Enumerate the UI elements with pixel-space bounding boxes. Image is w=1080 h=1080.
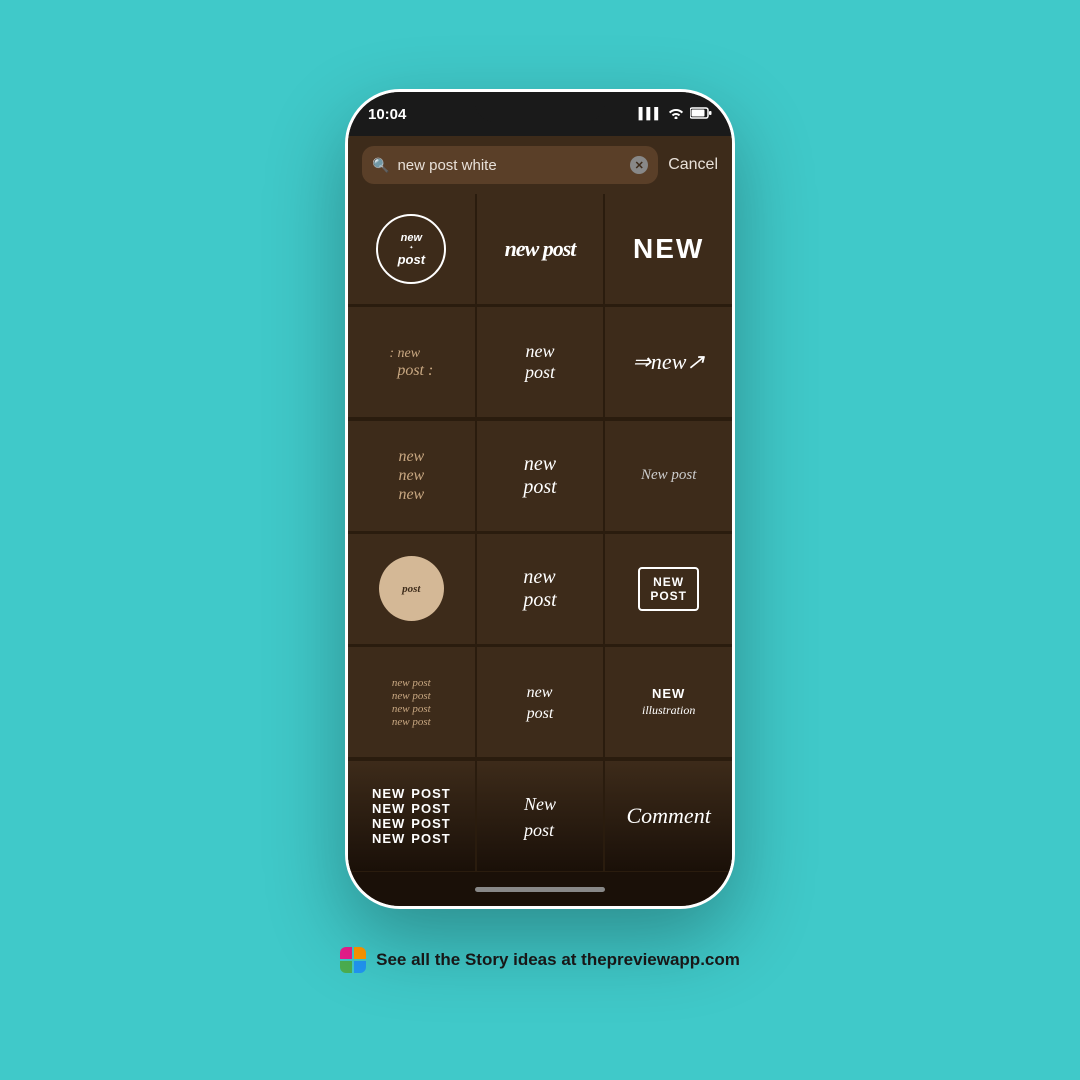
page-wrapper: 10:04 ▌▌▌ (0, 0, 1080, 1080)
status-icons: ▌▌▌ (639, 107, 712, 122)
clear-search-button[interactable]: ✕ (630, 156, 648, 174)
sticker-label: new (398, 486, 424, 504)
sticker-cell[interactable]: NEW (605, 194, 732, 304)
sticker-cell[interactable]: : new post : (348, 307, 475, 417)
search-bar[interactable]: 🔍 new post white ✕ (362, 146, 658, 184)
sticker-label: new (398, 448, 424, 466)
sticker-cell[interactable]: new post (477, 421, 604, 531)
sticker-cell[interactable]: Comment (605, 761, 732, 871)
sticker-cell[interactable]: new new new (348, 421, 475, 531)
sticker-cell[interactable]: NEW POST (605, 534, 732, 644)
sticker-new-arrow: ⇒new↗ (633, 349, 705, 375)
sticker-label: new post (392, 703, 431, 715)
app-logo (340, 947, 366, 973)
sticker-new-illustration: NEW illustration (642, 686, 695, 718)
status-time: 10:04 (368, 106, 406, 123)
phone-mockup: 10:04 ▌▌▌ (345, 89, 735, 909)
sticker-label: post (402, 583, 420, 595)
sticker-cell[interactable]: new post (477, 307, 604, 417)
sticker-label: NEW (372, 831, 405, 846)
sticker-cell[interactable]: New post (477, 761, 604, 871)
logo-quadrant-3 (340, 961, 352, 973)
sticker-label: new post (392, 677, 431, 689)
signal-icon: ▌▌▌ (639, 108, 662, 120)
home-bar (475, 887, 605, 892)
sticker-label: new post (392, 716, 431, 728)
logo-quadrant-2 (354, 947, 366, 959)
sticker-label: NEW (372, 801, 405, 816)
sticker-cell[interactable]: new post (477, 194, 604, 304)
sticker-box-outline: NEW POST (638, 567, 699, 611)
sticker-cell[interactable]: new post (477, 647, 604, 757)
sticker-label: new (398, 467, 424, 485)
sticker-label: new post (392, 690, 431, 702)
sticker-new-cursive2: New post (524, 790, 556, 842)
sticker-new-post-lowercase: new post (523, 566, 556, 612)
sticker-divider: ✦ (409, 245, 413, 251)
sticker-bold-stacked: NEW POST NEW POST NEW POST NEW POST (372, 786, 451, 846)
search-area: 🔍 new post white ✕ Cancel (348, 136, 732, 194)
search-icon: 🔍 (372, 157, 389, 174)
footer: See all the Story ideas at thepreviewapp… (0, 929, 1080, 991)
search-query-text: new post white (397, 157, 622, 174)
sticker-label: NEW (372, 816, 405, 831)
sticker-cell[interactable]: ⇒new↗ (605, 307, 732, 417)
sticker-cell[interactable]: new ✦ post (348, 194, 475, 304)
sticker-label: POST (411, 816, 450, 831)
sticker-label: illustration (642, 703, 695, 718)
sticker-triple-new: new new new (398, 448, 424, 504)
sticker-grid: new ✦ post new post NEW (348, 194, 732, 872)
sticker-new-bold: NEW (633, 233, 704, 265)
home-indicator (348, 872, 732, 906)
phone-screen: 10:04 ▌▌▌ (348, 92, 732, 906)
sticker-cell[interactable]: NEW illustration (605, 647, 732, 757)
sticker-circle-beige: post (379, 556, 444, 621)
sticker-cell[interactable]: new post new post new post new post (348, 647, 475, 757)
sticker-label: NEW (652, 686, 685, 701)
sticker-cell[interactable]: new post (477, 534, 604, 644)
sticker-label: new (401, 232, 422, 244)
sticker-new-post-colon: : new post : (389, 344, 433, 380)
sticker-grid-wrapper: new ✦ post new post NEW (348, 194, 732, 872)
sticker-cell[interactable]: New post (605, 421, 732, 531)
cancel-button[interactable]: Cancel (668, 156, 718, 174)
logo-quadrant-4 (354, 961, 366, 973)
sticker-cursive-small: new post (527, 681, 554, 723)
sticker-label: POST (411, 801, 450, 816)
sticker-cell[interactable]: NEW POST NEW POST NEW POST NEW POST (348, 761, 475, 871)
battery-icon (690, 107, 712, 122)
sticker-label: NEW (653, 575, 684, 589)
sticker-label: post (398, 252, 425, 267)
sticker-label: POST (411, 786, 450, 801)
sticker-cell[interactable]: post (348, 534, 475, 644)
sticker-new-post-white2: new post (525, 341, 555, 383)
sticker-new-post-handwritten: new post (523, 453, 556, 499)
wifi-icon (668, 107, 684, 122)
sticker-label: POST (650, 589, 687, 603)
sticker-label: NEW (372, 786, 405, 801)
sticker-new-post-script: new post (505, 236, 576, 262)
sticker-new-post-thin: New post (641, 467, 696, 484)
footer-text: See all the Story ideas at thepreviewapp… (376, 950, 740, 970)
sticker-circle-outline: new ✦ post (376, 214, 446, 284)
sticker-comment: Comment (626, 803, 710, 829)
logo-quadrant-1 (340, 947, 352, 959)
sticker-stacked-text: new post new post new post new post (392, 677, 431, 728)
screen-content: 🔍 new post white ✕ Cancel new ✦ (348, 136, 732, 906)
sticker-label: POST (411, 831, 450, 846)
phone-notch (475, 92, 605, 122)
